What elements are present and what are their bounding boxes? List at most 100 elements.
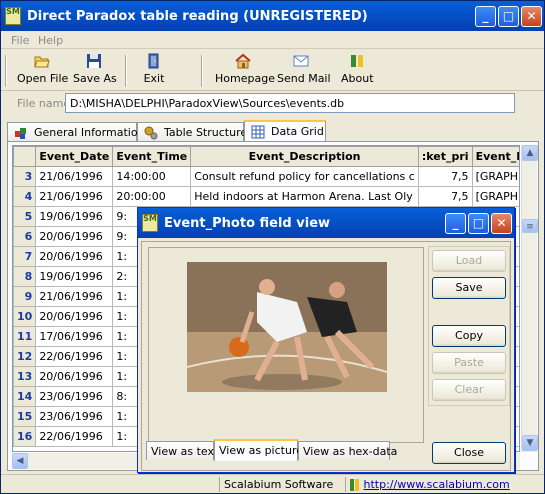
cell-event-date[interactable]: 22/06/1996	[35, 346, 114, 367]
row-number[interactable]: 3	[13, 166, 37, 187]
photo-view-dialog: SM Event_Photo field view _ □ ✕ Load Sav…	[137, 207, 515, 473]
cell-event-date[interactable]: 20/06/1996	[35, 366, 114, 387]
menu-help[interactable]: Help	[38, 34, 63, 47]
vertical-scrollbar[interactable]: ▲ ≡ ▼	[521, 145, 538, 452]
row-number[interactable]: 6	[13, 226, 37, 247]
column-header[interactable]: Event_Date	[35, 146, 114, 167]
cell-event-date[interactable]: 20/06/1996	[35, 226, 114, 247]
dialog-title: Event_Photo field view	[164, 216, 331, 231]
row-number[interactable]: 5	[13, 206, 37, 227]
close-dialog-button[interactable]: Close	[432, 442, 506, 464]
cell-ticket-price[interactable]: 7,5	[417, 186, 473, 207]
cell-event-date[interactable]: 19/06/1996	[35, 206, 114, 227]
row-number[interactable]: 12	[13, 346, 37, 367]
status-bar: Scalabium Software http://www.scalabium.…	[1, 474, 544, 493]
clear-button[interactable]: Clear	[432, 379, 506, 401]
cell-event-description[interactable]: Held indoors at Harmon Arena. Last Oly	[190, 186, 419, 207]
exit-door-icon	[148, 53, 159, 69]
tab-data-grid[interactable]: Data Grid	[244, 120, 326, 141]
about-button[interactable]: About	[341, 53, 374, 89]
picture-viewer	[148, 247, 424, 443]
cell-event-date[interactable]: 20/06/1996	[35, 246, 114, 267]
row-number[interactable]: 15	[13, 406, 37, 427]
open-file-button[interactable]: Open File	[17, 53, 69, 89]
scroll-thumb[interactable]: ≡	[522, 219, 538, 233]
about-info-icon	[351, 55, 363, 67]
dialog-minimize-button[interactable]: _	[445, 213, 466, 234]
grid-icon	[251, 125, 265, 139]
dialog-maximize-button[interactable]: □	[468, 213, 489, 234]
cell-event-date[interactable]: 23/06/1996	[35, 406, 114, 427]
tab-label: Data Grid	[271, 125, 324, 138]
cell-event-date[interactable]: 21/06/1996	[35, 286, 114, 307]
row-number[interactable]: 8	[13, 266, 37, 287]
row-number[interactable]: 16	[13, 426, 37, 447]
about-label: About	[341, 72, 374, 85]
tab-view-as-hex-data[interactable]: View as hex-data	[298, 441, 397, 460]
dialog-title-bar[interactable]: SM Event_Photo field view _ □ ✕	[138, 208, 514, 238]
cell-event-photo[interactable]: [GRAPHIC]...	[471, 186, 519, 207]
exit-button[interactable]: Exit	[139, 53, 169, 89]
scroll-up-button[interactable]: ▲	[522, 145, 538, 161]
envelope-icon	[293, 55, 309, 67]
main-tabs: General Information Table Structure Data…	[7, 120, 537, 142]
app-logo-icon: SM	[142, 214, 158, 232]
tab-table-structure[interactable]: Table Structure	[137, 122, 247, 141]
row-number[interactable]: 13	[13, 366, 37, 387]
cell-event-time[interactable]: 14:00:00	[112, 166, 192, 187]
file-name-field[interactable]: D:\MISHA\DELPHI\ParadoxView\Sources\even…	[65, 93, 515, 113]
column-header[interactable]: Event_Description	[190, 146, 419, 167]
send-mail-button[interactable]: Send Mail	[277, 53, 331, 89]
cell-event-time[interactable]: 20:00:00	[112, 186, 192, 207]
tab-view-as-picture[interactable]: View as picture	[214, 439, 303, 461]
row-number[interactable]: 9	[13, 286, 37, 307]
window-title: Direct Paradox table reading (UNREGISTER…	[27, 9, 368, 24]
cell-event-date[interactable]: 21/06/1996	[35, 166, 114, 187]
table-row[interactable]: 4 21/06/1996 20:00:00 Held indoors at Harmo…	[13, 186, 519, 207]
copy-button[interactable]: Copy	[432, 325, 506, 347]
row-number[interactable]: 10	[13, 306, 37, 327]
table-row[interactable]: 3 21/06/1996 14:00:00 Consult refund policy…	[13, 166, 519, 187]
row-number[interactable]: 14	[13, 386, 37, 407]
column-header[interactable]: Event_Photo	[471, 146, 519, 167]
cell-event-description[interactable]: Consult refund policy for cancellations …	[190, 166, 419, 187]
website-link[interactable]: http://www.scalabium.com	[364, 478, 510, 491]
row-number[interactable]: 4	[13, 186, 37, 207]
cell-ticket-price[interactable]: 7,5	[417, 166, 473, 187]
menu-file[interactable]: File	[11, 34, 29, 47]
homepage-button[interactable]: Homepage	[215, 53, 275, 89]
row-number[interactable]: 7	[13, 246, 37, 267]
open-file-label: Open File	[17, 72, 69, 85]
close-button[interactable]: ✕	[521, 6, 542, 27]
scroll-down-button[interactable]: ▼	[522, 435, 538, 451]
paste-button[interactable]: Paste	[432, 352, 506, 374]
dialog-close-button[interactable]: ✕	[491, 213, 512, 234]
toolbar: Open File Save As Exit Homepage Send Mai…	[1, 51, 544, 91]
row-number[interactable]: 11	[13, 326, 37, 347]
toolbar-separator	[201, 55, 203, 87]
cell-event-date[interactable]: 23/06/1996	[35, 386, 114, 407]
minimize-button[interactable]: _	[475, 6, 496, 27]
save-as-button[interactable]: Save As	[73, 53, 117, 89]
floppy-disk-icon	[87, 54, 101, 68]
cell-event-date[interactable]: 19/06/1996	[35, 266, 114, 287]
toolbar-separator	[5, 55, 7, 87]
tab-view-as-text[interactable]: View as text	[146, 441, 218, 460]
column-header[interactable]: :ket_pri	[417, 146, 473, 167]
cell-event-date[interactable]: 21/06/1996	[35, 186, 114, 207]
title-bar[interactable]: SM Direct Paradox table reading (UNREGIS…	[1, 1, 544, 31]
cell-event-date[interactable]: 17/06/1996	[35, 326, 114, 347]
tab-general-information[interactable]: General Information	[7, 122, 145, 141]
save-button[interactable]: Save	[432, 277, 506, 299]
exit-label: Exit	[143, 72, 165, 85]
cell-event-photo[interactable]: [GRAPHIC]	[471, 166, 519, 187]
cell-event-date[interactable]: 22/06/1996	[35, 426, 114, 447]
maximize-button[interactable]: □	[498, 6, 519, 27]
scroll-left-button[interactable]: ◀	[12, 453, 28, 469]
cell-event-date[interactable]: 20/06/1996	[35, 306, 114, 327]
load-button[interactable]: Load	[432, 250, 506, 272]
status-company: Scalabium Software	[219, 477, 345, 492]
column-header[interactable]: Event_Time	[112, 146, 192, 167]
tab-label: General Information	[34, 126, 145, 139]
send-mail-label: Send Mail	[277, 72, 331, 85]
